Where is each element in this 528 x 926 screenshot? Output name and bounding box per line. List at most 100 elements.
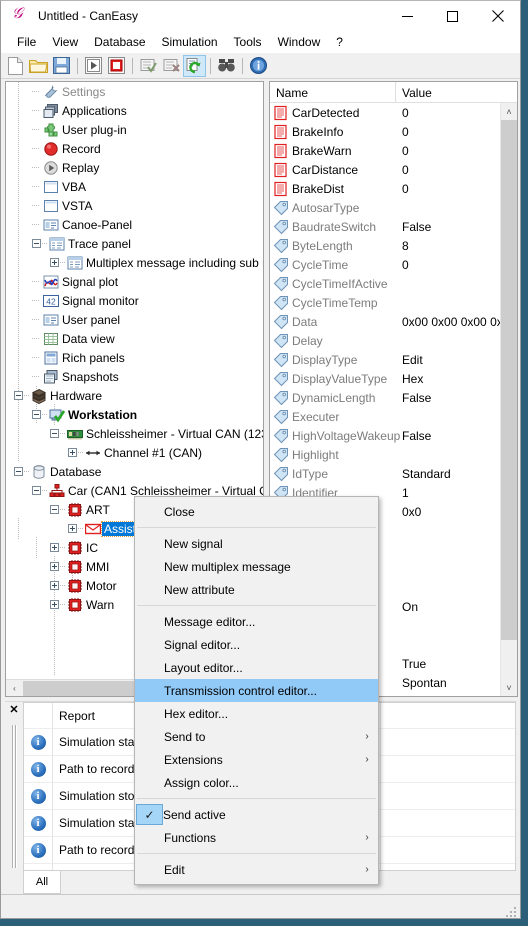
binoculars-icon[interactable] [215, 55, 238, 77]
tree-expand-icon[interactable] [50, 258, 59, 267]
property-row[interactable]: HighVoltageWakeup False [270, 426, 500, 445]
refresh-list-icon[interactable] [183, 54, 206, 77]
property-row[interactable]: Delay [270, 331, 500, 350]
property-vertical-scrollbar[interactable]: ˄ ˅ [500, 103, 517, 696]
ctx-send-to[interactable]: Send to › [135, 725, 378, 748]
property-value[interactable]: 0x0 [396, 505, 500, 519]
property-value[interactable]: 8 [396, 239, 500, 253]
property-row[interactable]: BaudrateSwitch False [270, 217, 500, 236]
property-row[interactable]: DisplayValueType Hex [270, 369, 500, 388]
tree-item-canoe-panel[interactable]: Canoe-Panel [6, 215, 263, 234]
resize-grip-icon[interactable] [506, 905, 517, 917]
tree-item-multiplex-message-including-sub-me[interactable]: Multiplex message including sub me [6, 253, 263, 272]
ctx-close[interactable]: Close [135, 500, 378, 523]
tree-item-signal-plot[interactable]: Signal plot [6, 272, 263, 291]
property-row[interactable]: CycleTimeTemp [270, 293, 500, 312]
tree-item-settings[interactable]: Settings [6, 82, 263, 101]
menu-help[interactable]: ? [328, 33, 351, 52]
menu-view[interactable]: View [44, 33, 86, 52]
property-value[interactable]: Edit [396, 353, 500, 367]
tree-expand-icon[interactable] [50, 600, 59, 609]
property-value[interactable]: Hex [396, 372, 500, 386]
checklist-remove-icon[interactable] [160, 55, 183, 77]
minimize-button[interactable] [385, 1, 430, 31]
tree-collapse-icon[interactable] [14, 391, 23, 400]
ctx-send-active[interactable]: ✓ Send active [135, 803, 378, 826]
ctx-assign-color[interactable]: Assign color... [135, 771, 378, 794]
tree-collapse-icon[interactable] [32, 410, 41, 419]
property-value[interactable]: Standard [396, 467, 500, 481]
open-folder-icon[interactable] [27, 55, 50, 77]
tree-item-user-plug-in[interactable]: User plug-in [6, 120, 263, 139]
new-file-icon[interactable] [4, 55, 27, 77]
tree-item-record[interactable]: Record [6, 139, 263, 158]
tree-item-database[interactable]: Database [6, 462, 263, 481]
column-header-name[interactable]: Name [270, 82, 396, 103]
scroll-up-arrow-icon[interactable]: ˄ [501, 103, 517, 120]
ctx-new-signal[interactable]: New signal [135, 532, 378, 555]
property-value[interactable]: True [396, 657, 500, 671]
property-value[interactable]: 0 [396, 144, 500, 158]
property-value[interactable]: False [396, 391, 500, 405]
property-row[interactable]: BrakeInfo 0 [270, 122, 500, 141]
property-row[interactable]: BrakeWarn 0 [270, 141, 500, 160]
tree-collapse-icon[interactable] [50, 505, 59, 514]
tree-expand-icon[interactable] [50, 562, 59, 571]
property-value[interactable]: On [396, 600, 500, 614]
tree-item-workstation[interactable]: Workstation [6, 405, 263, 424]
report-close-icon[interactable]: ✕ [9, 705, 18, 717]
tree-item-applications[interactable]: Applications [6, 101, 263, 120]
report-tab-all[interactable]: All [23, 871, 61, 894]
property-value[interactable]: 0 [396, 163, 500, 177]
property-row[interactable]: Highlight [270, 445, 500, 464]
menu-database[interactable]: Database [86, 33, 153, 52]
menu-simulation[interactable]: Simulation [154, 33, 226, 52]
scroll-track[interactable] [501, 120, 517, 679]
ctx-new-attribute[interactable]: New attribute [135, 578, 378, 601]
report-col-extra[interactable] [381, 703, 515, 729]
tree-expand-icon[interactable] [68, 524, 77, 533]
scroll-down-arrow-icon[interactable]: ˅ [501, 679, 517, 696]
tree-item-hardware[interactable]: Hardware [6, 386, 263, 405]
property-row[interactable]: AutosarType [270, 198, 500, 217]
property-value[interactable]: 0 [396, 182, 500, 196]
tree-item-snapshots[interactable]: Snapshots [6, 367, 263, 386]
menu-tools[interactable]: Tools [226, 33, 270, 52]
property-row[interactable]: CycleTimeIfActive [270, 274, 500, 293]
property-value[interactable]: 0x00 0x00 0x00 0x0 [396, 695, 500, 697]
property-row[interactable]: DisplayType Edit [270, 350, 500, 369]
ctx-transmission-control-editor[interactable]: Transmission control editor... [135, 679, 378, 702]
property-row[interactable]: DynamicLength False [270, 388, 500, 407]
property-value[interactable]: False [396, 220, 500, 234]
property-row[interactable]: CarDistance 0 [270, 160, 500, 179]
ctx-functions[interactable]: Functions › [135, 826, 378, 849]
tree-collapse-icon[interactable] [14, 467, 23, 476]
property-row[interactable]: Executer [270, 407, 500, 426]
scroll-left-arrow-icon[interactable]: ‹ [6, 681, 23, 696]
tree-item-replay[interactable]: Replay [6, 158, 263, 177]
property-value[interactable]: 1 [396, 486, 500, 500]
stop-simulation-icon[interactable] [105, 55, 128, 77]
tree-item-user-panel[interactable]: User panel [6, 310, 263, 329]
tree-item-vsta[interactable]: VSTA [6, 196, 263, 215]
ctx-layout-editor[interactable]: Layout editor... [135, 656, 378, 679]
property-value[interactable]: 0 [396, 125, 500, 139]
tree-item-vba[interactable]: VBA [6, 177, 263, 196]
tree-item-signal-monitor[interactable]: 42 Signal monitor [6, 291, 263, 310]
property-row[interactable]: BrakeDist 0 [270, 179, 500, 198]
property-value[interactable]: 0 [396, 258, 500, 272]
tree-collapse-icon[interactable] [32, 239, 41, 248]
ctx-signal-editor[interactable]: Signal editor... [135, 633, 378, 656]
menu-file[interactable]: File [9, 33, 44, 52]
maximize-button[interactable] [430, 1, 475, 31]
info-icon[interactable] [247, 55, 270, 77]
menu-window[interactable]: Window [270, 33, 329, 52]
property-row[interactable]: Data 0x00 0x00 0x00 0x0 [270, 312, 500, 331]
tree-item-schleissheimer-virtual-can-123[interactable]: Schleissheimer - Virtual CAN (123 [6, 424, 263, 443]
property-value[interactable]: 0 [396, 106, 500, 120]
tree-collapse-icon[interactable] [50, 429, 59, 438]
property-value[interactable]: Spontan [396, 676, 500, 690]
ctx-hex-editor[interactable]: Hex editor... [135, 702, 378, 725]
property-row[interactable]: CarDetected 0 [270, 103, 500, 122]
tree-item-trace-panel[interactable]: Trace panel [6, 234, 263, 253]
